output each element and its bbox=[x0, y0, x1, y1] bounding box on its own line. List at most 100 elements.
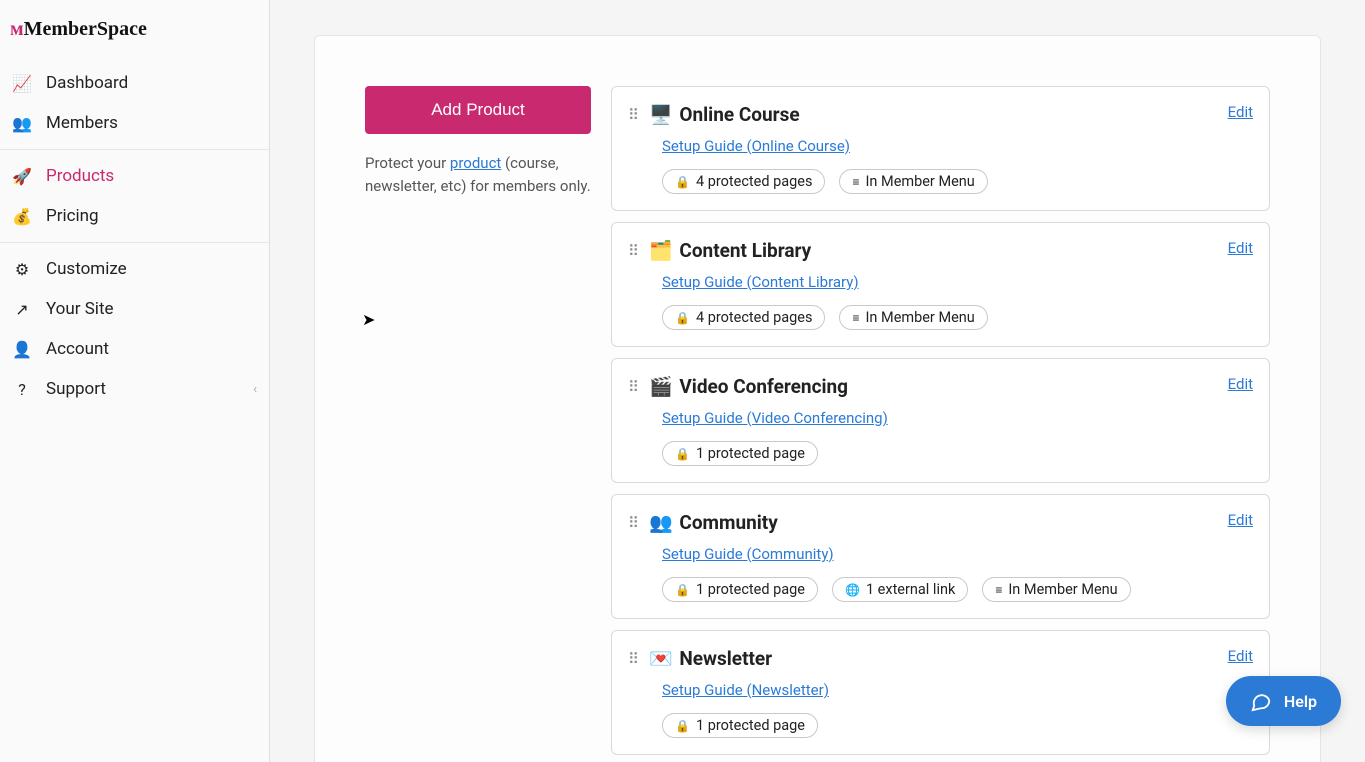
setup-guide-link[interactable]: Setup Guide (Newsletter) bbox=[662, 681, 829, 699]
product-emoji-icon: 🎬 bbox=[649, 375, 673, 398]
edit-link[interactable]: Edit bbox=[1228, 103, 1253, 121]
info-pill: 🔒4 protected pages bbox=[662, 305, 825, 330]
pill-text: 1 protected page bbox=[696, 445, 805, 462]
sidebar-item-label: Dashboard bbox=[46, 73, 128, 93]
help-fab[interactable]: Help bbox=[1226, 676, 1341, 726]
edit-link[interactable]: Edit bbox=[1228, 239, 1253, 257]
products-panel: Add Product Protect your product (course… bbox=[314, 35, 1321, 762]
sidebar-item-customize[interactable]: ⚙Customize bbox=[0, 249, 269, 289]
chat-bubble-icon bbox=[1250, 690, 1272, 712]
info-pill: 🔒 4 protected pages bbox=[662, 169, 825, 194]
pill-row: 🔒 1 protected page bbox=[662, 441, 1253, 466]
info-pill: 🔒 1 protected page bbox=[662, 577, 818, 602]
setup-guide-link[interactable]: Setup Guide (Content Library) bbox=[662, 273, 859, 291]
lock-icon: 🔒 bbox=[675, 719, 690, 733]
sidebar-item-members[interactable]: 👥 Members bbox=[0, 103, 269, 143]
card-header: ⠿ 🖥️ Online Course Edit bbox=[628, 103, 1253, 127]
drag-handle-icon[interactable]: ⠿ bbox=[628, 103, 639, 127]
lock-icon: 🔒 bbox=[675, 175, 690, 189]
pill-text: In Member Menu bbox=[1008, 581, 1117, 598]
product-card: ⠿ 👥 Community Edit Setup Guide (Community) 🔒… bbox=[611, 494, 1270, 619]
product-title-text: Video Conferencing bbox=[675, 375, 848, 398]
pill-text: 1 protected page bbox=[696, 581, 805, 598]
product-card: ⠿ 💌 Newsletter Edit Setup Guide (Newsletter… bbox=[611, 630, 1270, 755]
nav-group: 🚀 Products 💰Pricing bbox=[0, 150, 269, 243]
drag-handle-icon[interactable]: ⠿ bbox=[628, 647, 639, 671]
product-title: 🎬 Video Conferencing bbox=[649, 375, 1218, 398]
product-title-text: Online Course bbox=[675, 103, 800, 126]
edit-link[interactable]: Edit bbox=[1228, 375, 1253, 393]
edit-link[interactable]: Edit bbox=[1228, 647, 1253, 665]
pill-row: 🔒4 protected pages ≡ In Member Menu bbox=[662, 305, 1253, 330]
list-icon: ≡ bbox=[995, 583, 1002, 597]
people-icon: 👥 bbox=[12, 114, 32, 133]
lock-icon: 🔒 bbox=[675, 447, 690, 461]
sidebar-item-label: Your Site bbox=[46, 299, 114, 319]
drag-handle-icon[interactable]: ⠿ bbox=[628, 239, 639, 263]
product-title: 👥 Community bbox=[649, 511, 1218, 534]
external-link-icon: ↗ bbox=[12, 300, 32, 319]
card-header: ⠿ 🎬 Video Conferencing Edit bbox=[628, 375, 1253, 399]
sidebar-item-account[interactable]: 👤Account bbox=[0, 329, 269, 369]
product-title-text: Content Library bbox=[675, 239, 812, 262]
list-icon: ≡ bbox=[852, 175, 859, 189]
sidebar-item-support[interactable]: ?Support‹ bbox=[0, 369, 269, 409]
brand-name: MemberSpace bbox=[24, 18, 147, 40]
add-product-button[interactable]: Add Product bbox=[365, 86, 591, 134]
product-emoji-icon: 💌 bbox=[649, 647, 673, 670]
list-icon: ≡ bbox=[852, 311, 859, 325]
info-pill: 🌐 1 external link bbox=[832, 577, 968, 602]
help-fab-label: Help bbox=[1284, 692, 1317, 711]
main-area: Add Product Protect your product (course… bbox=[270, 0, 1365, 762]
product-card: ⠿ 🎬 Video Conferencing Edit Setup Guide (Vi… bbox=[611, 358, 1270, 483]
brand-accent-letter: ᴍ bbox=[10, 18, 24, 40]
sidebar-item-label: Support bbox=[46, 379, 106, 399]
product-title: 🗂️ Content Library bbox=[649, 239, 1218, 262]
pill-text: 4 protected pages bbox=[696, 173, 813, 190]
product-title-text: Newsletter bbox=[675, 647, 772, 670]
product-title: 💌 Newsletter bbox=[649, 647, 1218, 670]
setup-guide-link[interactable]: Setup Guide (Video Conferencing) bbox=[662, 409, 888, 427]
globe-icon: 🌐 bbox=[845, 583, 860, 597]
info-pill: ≡ In Member Menu bbox=[839, 305, 987, 330]
setup-guide-link[interactable]: Setup Guide (Online Course) bbox=[662, 137, 850, 155]
sidebar: ᴍMemberSpace 📈Dashboard 👥 Members 🚀 Products… bbox=[0, 0, 270, 762]
info-pill: 🔒1 protected page bbox=[662, 713, 818, 738]
info-pill: 🔒 1 protected page bbox=[662, 441, 818, 466]
sidebar-item-label: Products bbox=[46, 166, 114, 186]
card-header: ⠿ 🗂️ Content Library Edit bbox=[628, 239, 1253, 263]
nav-group: ⚙Customize ↗ Your Site 👤Account?Support‹ bbox=[0, 243, 269, 415]
setup-guide-link[interactable]: Setup Guide (Community) bbox=[662, 545, 834, 563]
sidebar-item-your-site[interactable]: ↗ Your Site bbox=[0, 289, 269, 329]
product-title: 🖥️ Online Course bbox=[649, 103, 1218, 126]
edit-link[interactable]: Edit bbox=[1228, 511, 1253, 529]
product-emoji-icon: 🖥️ bbox=[649, 103, 673, 126]
product-card: ⠿ 🖥️ Online Course Edit Setup Guide (Online… bbox=[611, 86, 1270, 211]
sidebar-item-products[interactable]: 🚀 Products bbox=[0, 156, 269, 196]
products-list: ⠿ 🖥️ Online Course Edit Setup Guide (Online… bbox=[611, 86, 1270, 762]
drag-handle-icon[interactable]: ⠿ bbox=[628, 375, 639, 399]
sidebar-item-label: Account bbox=[46, 339, 109, 359]
pill-text: 4 protected pages bbox=[696, 309, 813, 326]
product-card: ⠿ 🗂️ Content Library Edit Setup Guide (Cont… bbox=[611, 222, 1270, 347]
pill-text: In Member Menu bbox=[865, 309, 974, 326]
product-title-text: Community bbox=[675, 511, 778, 534]
sidebar-item-dashboard[interactable]: 📈Dashboard bbox=[0, 63, 269, 103]
help-text: Protect your product (course, newsletter… bbox=[365, 152, 591, 197]
pill-text: In Member Menu bbox=[865, 173, 974, 190]
sidebar-item-pricing[interactable]: 💰Pricing bbox=[0, 196, 269, 236]
lock-icon: 🔒 bbox=[675, 583, 690, 597]
drag-handle-icon[interactable]: ⠿ bbox=[628, 511, 639, 535]
rocket-icon: 🚀 bbox=[12, 167, 32, 186]
product-emoji-icon: 🗂️ bbox=[649, 239, 673, 262]
sidebar-item-label: Members bbox=[46, 113, 118, 133]
pill-row: 🔒 4 protected pages ≡ In Member Menu bbox=[662, 169, 1253, 194]
sidebar-item-label: Customize bbox=[46, 259, 127, 279]
brand-logo: ᴍMemberSpace bbox=[0, 0, 269, 57]
product-help-link[interactable]: product bbox=[450, 154, 501, 172]
pill-row: 🔒 1 protected page 🌐 1 external link ≡ In Mem… bbox=[662, 577, 1253, 602]
product-emoji-icon: 👥 bbox=[649, 511, 673, 534]
money-bag-icon: 💰 bbox=[12, 207, 32, 226]
pill-text: 1 external link bbox=[866, 581, 955, 598]
help-prefix: Protect your bbox=[365, 154, 450, 172]
